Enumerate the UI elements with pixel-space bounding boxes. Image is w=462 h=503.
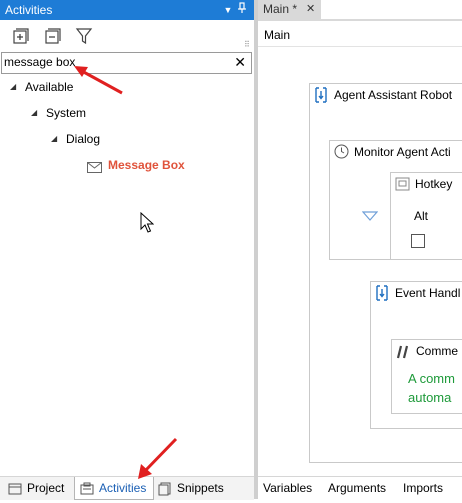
tab-arguments[interactable]: Arguments xyxy=(328,477,386,499)
activities-panel: Activities ▼ ⠿ ✕ ◢ Available ◢ System ◢ … xyxy=(0,0,254,500)
activity-title: Hotkey xyxy=(415,177,453,191)
tree-item-label: Message Box xyxy=(108,158,185,172)
activity-title: Agent Assistant Robot xyxy=(334,88,453,102)
comment-text-line-1: A comm xyxy=(408,371,455,386)
left-panel-tabs: Project Activities Snippets xyxy=(0,476,254,500)
tree-item-label: Available xyxy=(25,80,74,94)
tree-item-system[interactable]: ◢ System xyxy=(0,103,254,123)
hotkey-checkbox[interactable] xyxy=(411,234,425,248)
activities-tab-icon xyxy=(80,481,94,503)
activities-panel-title-bar: Activities ▼ xyxy=(0,0,254,20)
clock-icon xyxy=(334,144,349,163)
expand-all-icon[interactable] xyxy=(10,26,30,46)
close-tab-icon[interactable]: ✕ xyxy=(306,0,315,19)
expanded-triangle-icon[interactable]: ◢ xyxy=(51,129,57,149)
activities-toolbar: ⠿ xyxy=(0,21,254,51)
tree-item-available[interactable]: ◢ Available xyxy=(0,77,254,97)
sequence-icon xyxy=(375,285,389,304)
clear-search-icon[interactable]: ✕ xyxy=(234,53,246,72)
envelope-icon xyxy=(87,159,102,179)
pin-icon[interactable] xyxy=(236,0,248,20)
grip-icon: ⠿ xyxy=(244,40,250,49)
activity-header: Hotkey xyxy=(391,173,462,195)
search-box[interactable]: ✕ xyxy=(1,52,252,74)
workflow-designer: Main * ✕ Main Agent Assistant Robot Moni… xyxy=(258,0,462,500)
hotkey-modifier-label: Alt xyxy=(414,209,429,223)
doc-tab-strip xyxy=(258,19,462,21)
doc-tab-label: Main * xyxy=(263,2,298,16)
designer-canvas[interactable]: Agent Assistant Robot Monitor Agent Acti… xyxy=(258,47,462,474)
breadcrumb[interactable]: Main xyxy=(264,28,290,42)
tree-item-message-box[interactable]: Message Box xyxy=(0,155,254,175)
filter-icon[interactable] xyxy=(74,26,94,46)
project-icon xyxy=(8,481,22,503)
mouse-pointer-icon xyxy=(140,211,155,237)
tree-item-dialog[interactable]: ◢ Dialog xyxy=(0,129,254,149)
snippets-icon xyxy=(158,481,172,503)
collapse-all-icon[interactable] xyxy=(42,26,62,46)
annotation-arrow-activities-tab xyxy=(138,437,178,479)
activity-title: Monitor Agent Acti xyxy=(354,145,451,159)
tree-item-label: System xyxy=(46,106,87,120)
tab-variables[interactable]: Variables xyxy=(263,477,312,499)
activity-hotkey[interactable]: Hotkey Alt xyxy=(390,172,462,260)
expanded-triangle-icon[interactable]: ◢ xyxy=(31,103,37,123)
activity-header: Event Handl xyxy=(371,282,462,304)
tab-main-document[interactable]: Main * ✕ xyxy=(258,0,321,20)
activity-title: Event Handl xyxy=(395,286,461,300)
tab-label: Snippets xyxy=(177,481,224,495)
tree-item-label: Dialog xyxy=(66,132,101,146)
keyboard-icon xyxy=(395,176,410,195)
collapse-triangle-icon[interactable] xyxy=(361,210,379,224)
tab-imports[interactable]: Imports xyxy=(403,477,443,499)
activity-header: Agent Assistant Robot xyxy=(310,84,462,106)
panel-options-icon[interactable]: ▼ xyxy=(223,0,233,20)
comment-icon xyxy=(396,344,412,362)
activity-header: Comme xyxy=(392,340,462,362)
activity-header: Monitor Agent Acti xyxy=(330,141,462,163)
tab-label: Project xyxy=(27,481,65,495)
expanded-triangle-icon[interactable]: ◢ xyxy=(10,77,16,97)
annotation-arrow-search xyxy=(74,66,123,95)
activity-comment[interactable]: Comme A comm automa xyxy=(391,339,462,414)
activity-title: Comme xyxy=(416,344,459,358)
panel-title: Activities xyxy=(5,3,53,17)
designer-bottom-tabs: Variables Arguments Imports xyxy=(258,476,462,500)
tab-project[interactable]: Project xyxy=(8,477,72,499)
sequence-icon xyxy=(314,87,328,106)
comment-text-line-2: automa xyxy=(408,390,452,405)
